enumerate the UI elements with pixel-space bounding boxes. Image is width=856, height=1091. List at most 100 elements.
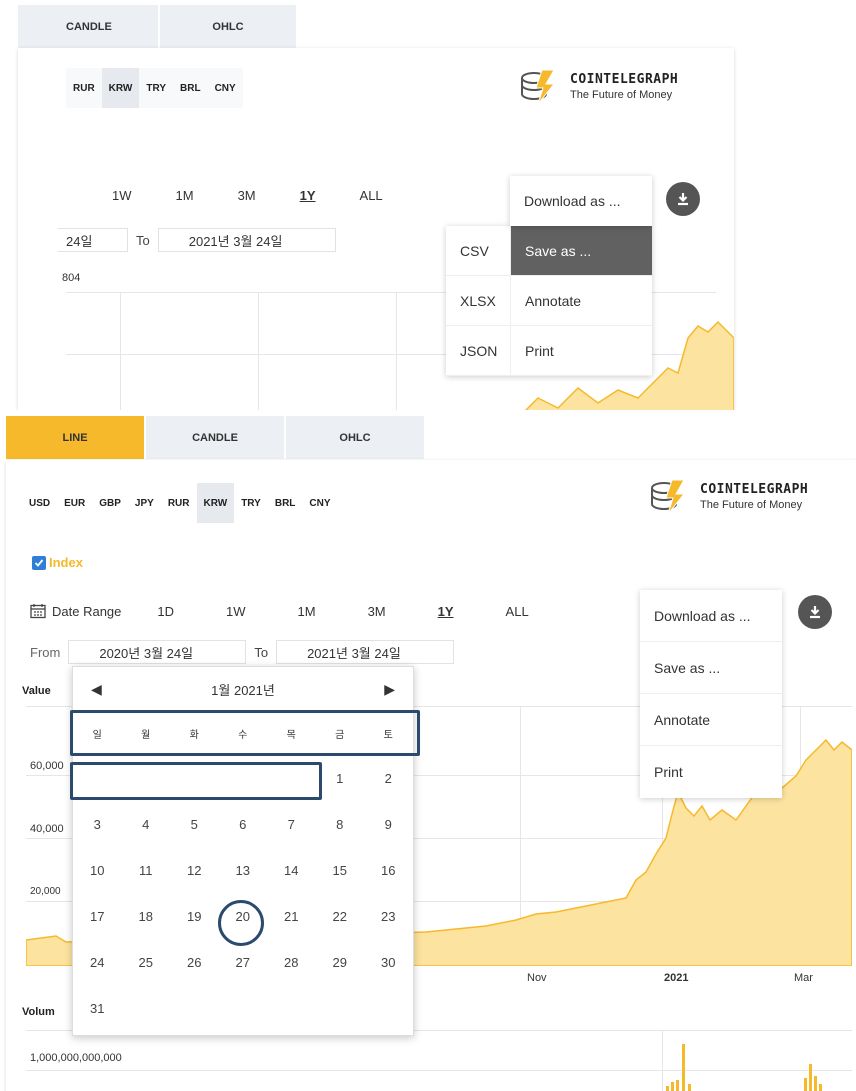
to-date-field[interactable]: 2021년 3월 24일 (276, 640, 455, 664)
calendar-day[interactable]: 15 (316, 863, 365, 878)
calendar-day[interactable]: 16 (364, 863, 413, 878)
calendar-day[interactable]: 12 (170, 863, 219, 878)
range-3m[interactable]: 3M (368, 604, 386, 619)
calendar-day[interactable]: 13 (219, 863, 268, 878)
range-all[interactable]: ALL (506, 604, 529, 619)
range-1d[interactable]: 1D (157, 604, 174, 619)
currency-cny[interactable]: CNY (302, 483, 337, 523)
menu-annotate[interactable]: Annotate (511, 276, 652, 326)
calendar-day[interactable]: 28 (267, 955, 316, 970)
calendar-day[interactable]: 31 (73, 1001, 122, 1016)
range-all[interactable]: ALL (360, 188, 383, 203)
range-1w[interactable]: 1W (112, 188, 132, 203)
menu-save-as[interactable]: Save as ... (511, 226, 652, 276)
next-month-icon[interactable]: ▶ (384, 681, 395, 698)
prev-month-icon[interactable]: ◀ (91, 681, 102, 698)
download-as-header[interactable]: Download as ... (510, 176, 652, 226)
bottom-snapshot: LINE CANDLE OHLC USD EUR GBP JPY RUR KRW… (0, 410, 856, 1091)
grid-line (396, 292, 397, 410)
calendar-day[interactable]: 1 (316, 771, 365, 786)
to-date-field[interactable]: 2021년 3월 24일 (157, 228, 336, 252)
range-1y[interactable]: 1Y (438, 604, 454, 619)
menu-annotate[interactable]: Annotate (640, 694, 782, 746)
chart-type-bar: LINE CANDLE OHLC (6, 416, 426, 459)
menu-print[interactable]: Print (640, 746, 782, 798)
menu-csv[interactable]: CSV (446, 226, 510, 276)
currency-jpy[interactable]: JPY (128, 483, 161, 523)
menu-save-as[interactable]: Save as ... (640, 642, 782, 694)
y-axis-partial-label: 804 (62, 272, 81, 284)
currency-eur[interactable]: EUR (57, 483, 92, 523)
currency-krw[interactable]: KRW (196, 483, 235, 523)
download-icon (678, 193, 688, 206)
index-toggle[interactable]: Index (32, 555, 83, 570)
chart-type-ohlc[interactable]: OHLC (160, 5, 296, 48)
calendar-day[interactable]: 30 (364, 955, 413, 970)
range-1y[interactable]: 1Y (300, 188, 316, 203)
download-button[interactable] (666, 182, 700, 216)
calendar-day[interactable]: 4 (122, 817, 171, 832)
chart-type-candle[interactable]: CANDLE (18, 5, 158, 48)
calendar-day[interactable]: 11 (122, 863, 171, 878)
to-label: To (136, 232, 150, 248)
currency-rur[interactable]: RUR (161, 483, 197, 523)
calendar-day[interactable]: 19 (170, 909, 219, 924)
chart-type-candle[interactable]: CANDLE (146, 416, 284, 459)
calendar-day[interactable]: 10 (73, 863, 122, 878)
volume-tick: 1,000,000,000,000 (30, 1052, 122, 1064)
calendar-day[interactable]: 6 (219, 817, 268, 832)
menu-xlsx[interactable]: XLSX (446, 276, 510, 326)
range-1m[interactable]: 1M (176, 188, 194, 203)
calendar-day[interactable]: 5 (170, 817, 219, 832)
calendar-day[interactable]: 23 (364, 909, 413, 924)
currency-try[interactable]: TRY (234, 483, 268, 523)
calendar-day[interactable]: 2 (364, 771, 413, 786)
calendar-day[interactable]: 25 (122, 955, 171, 970)
menu-json[interactable]: JSON (446, 326, 510, 376)
calendar-day[interactable]: 21 (267, 909, 316, 924)
from-date-field[interactable]: 24일 (58, 228, 128, 252)
grid-line (258, 292, 259, 410)
checkbox-checked-icon (32, 555, 46, 570)
calendar-day[interactable]: 29 (316, 955, 365, 970)
calendar-day[interactable]: 18 (122, 909, 171, 924)
calendar-day[interactable]: 27 (219, 955, 268, 970)
currency-rur[interactable]: RUR (66, 68, 102, 108)
calendar-day[interactable]: 7 (267, 817, 316, 832)
brand-tagline: The Future of Money (700, 498, 803, 511)
currency-gbp[interactable]: GBP (92, 483, 128, 523)
calendar-day[interactable]: 3 (73, 817, 122, 832)
volume-bars (666, 1044, 822, 1091)
currency-brl[interactable]: BRL (173, 68, 208, 108)
calendar-day[interactable]: 9 (364, 817, 413, 832)
download-as-label[interactable]: Download as ... (640, 590, 782, 642)
calendar-month-label: 1월 2021년 (211, 682, 275, 698)
from-date-field[interactable]: 2020년 3월 24일 (68, 640, 247, 664)
calendar-day[interactable]: 8 (316, 817, 365, 832)
range-3m[interactable]: 3M (238, 188, 256, 203)
download-icon (810, 606, 820, 619)
range-row: Date Range 1D 1W 1M 3M 1Y ALL (30, 603, 573, 619)
currency-brl[interactable]: BRL (268, 483, 303, 523)
chart-type-line[interactable]: LINE (6, 416, 144, 459)
from-label: From (30, 644, 61, 660)
chart-type-ohlc[interactable]: OHLC (286, 416, 424, 459)
calendar-day[interactable]: 14 (267, 863, 316, 878)
currency-cny[interactable]: CNY (208, 68, 243, 108)
volume-axis-label: Volum (22, 1006, 55, 1018)
currency-try[interactable]: TRY (139, 68, 173, 108)
currency-krw[interactable]: KRW (101, 68, 140, 108)
download-as-label: Download as ... (524, 193, 621, 209)
currency-usd[interactable]: USD (22, 483, 57, 523)
range-1w[interactable]: 1W (226, 604, 246, 619)
x-tick-2021: 2021 (664, 972, 689, 984)
calendar-day[interactable]: 26 (170, 955, 219, 970)
calendar-day[interactable]: 22 (316, 909, 365, 924)
day-20-annotation (218, 900, 264, 946)
calendar-day[interactable]: 17 (73, 909, 122, 924)
download-button[interactable] (798, 595, 832, 629)
menu-print[interactable]: Print (511, 326, 652, 376)
calendar-day[interactable]: 24 (73, 955, 122, 970)
grid-line (120, 292, 121, 410)
range-1m[interactable]: 1M (298, 604, 316, 619)
